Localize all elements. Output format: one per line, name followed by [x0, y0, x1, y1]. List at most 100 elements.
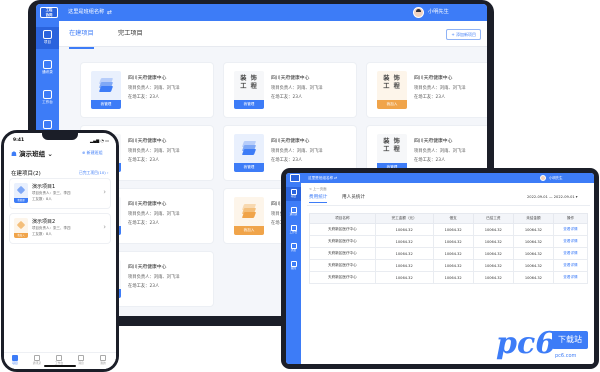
tab-cost-stats[interactable]: 费用统计	[309, 194, 328, 203]
sidebar-item-label: 通讯录	[289, 213, 298, 216]
sidebar-item[interactable]: 通讯录	[286, 205, 301, 219]
message-icon	[43, 120, 52, 129]
project-title: 演示项目2	[32, 219, 56, 225]
company-name[interactable]: 这里是班组名称	[68, 4, 104, 21]
section-title: 在建项目(2)	[11, 171, 41, 177]
watermark-url: pc6.com	[555, 353, 577, 359]
chevron-right-icon: ›	[103, 223, 106, 231]
project-managers: 项目负责人：刘雨、刘飞洋	[128, 275, 180, 280]
nav-item[interactable]: 我的	[92, 355, 114, 366]
project-title: 四川天府健康中心	[414, 76, 453, 81]
project-thumbnail: 装 饰 工 程我管理	[234, 71, 264, 109]
sidebar-item[interactable]: 通讯录	[36, 57, 59, 79]
tab-in-progress[interactable]: 在建项目	[69, 21, 94, 49]
project-workers: 在场工友：23人	[414, 158, 446, 163]
table-cell: 10064.32	[432, 223, 474, 236]
layers-icon	[241, 141, 257, 155]
table-cell: 10064.32	[472, 235, 514, 248]
status-time: 9:41	[13, 138, 25, 143]
project-workers: 在场工友：23人	[271, 95, 303, 100]
table-cell: 天府新区医疗中心	[309, 223, 376, 236]
project-card[interactable]: 装 饰 工 程我管理 四川天府健康中心项目负责人：刘雨、刘飞洋在场工友：23人	[224, 63, 356, 117]
project-managers: 项目负责人：刘雨、刘飞洋	[128, 212, 180, 217]
team-icon: ☗	[11, 150, 20, 158]
team-switcher[interactable]: ☗ 演示班组 ⌄	[11, 148, 53, 158]
project-title: 演示项目1	[32, 184, 56, 190]
sidebar-item[interactable]: 工作台	[286, 223, 301, 237]
swap-icon[interactable]: ⇄	[107, 4, 112, 21]
table-cell: 10064.32	[472, 223, 514, 236]
project-title: 四川天府健康中心	[414, 139, 453, 144]
status-icons: ▂▄▆ ◔ ▭	[90, 138, 110, 143]
table-cell: 10064.32	[374, 271, 434, 284]
table-cell: 天府新区医疗中心	[309, 247, 376, 260]
project-card[interactable]: 我加入 演示项目2 项目负责人：张三、李四 工友数：8人 ›	[10, 214, 110, 243]
completed-projects-link[interactable]: 已完工项目(10) ›	[79, 170, 109, 176]
layers-icon	[98, 78, 114, 92]
contacts-icon	[43, 60, 52, 69]
view-details-link[interactable]: 查看详情	[552, 235, 589, 248]
table-header-row: 项目名称 完工金额（元） 借支 已结工资 未结金额 操作	[309, 213, 589, 224]
breadcrumb[interactable]: < 上一页面	[309, 186, 326, 191]
project-thumbnail: 装 饰 工 程我加入	[377, 71, 407, 109]
project-managers: 项目负责人：张三、李四	[32, 191, 71, 195]
table-header-cell: 已结工资	[472, 213, 514, 224]
project-cover-text: 装 饰 工 程	[383, 138, 401, 153]
view-details-link[interactable]: 查看详情	[552, 223, 589, 236]
table-cell: 10064.32	[512, 271, 554, 284]
desktop-topbar: 工程 协同 这里是班组名称 ⇄ 小明先生	[36, 4, 487, 21]
project-workers: 在场工友：23人	[128, 284, 160, 289]
role-badge: 我加入	[14, 233, 28, 238]
table-row: 天府新区医疗中心 10064.32 10064.32 10064.32 10064.32…	[309, 223, 589, 236]
project-managers: 项目负责人：刘雨、刘飞洋	[271, 86, 323, 91]
project-card[interactable]: 装 饰 工 程我加入 四川天府健康中心项目负责人：刘雨、刘飞洋 在场工友：23人	[367, 63, 487, 117]
table-row: 天府新区医疗中心 10064.32 10064.32 10064.32 10064.32…	[309, 235, 589, 248]
sidebar-item[interactable]: 项目	[36, 27, 59, 49]
date-range-picker[interactable]: 2022-09-01 — 2022-09-01 ▾	[527, 195, 578, 199]
tab-completed[interactable]: 完工项目	[118, 21, 143, 47]
sidebar-item-label: 工作台	[289, 231, 298, 234]
project-card[interactable]: 我管理 演示项目1 项目负责人：张三、李四 工友数：8人 ›	[10, 179, 110, 208]
view-details-link[interactable]: 查看详情	[552, 271, 589, 284]
phone-screen: 9:41 ▂▄▆ ◔ ▭ ☗ 演示班组 ⌄ ⊕ 新建班组 在建项目(2) 已完工…	[4, 133, 116, 369]
layers-icon	[16, 185, 26, 195]
project-managers: 项目负责人：刘雨、刘飞洋	[414, 86, 466, 91]
table-cell: 10064.32	[432, 259, 474, 272]
role-badge: 我加入	[234, 226, 264, 235]
table-cell: 10064.32	[432, 235, 474, 248]
divider	[307, 205, 590, 206]
table-header-cell: 完工金额（元）	[374, 213, 434, 224]
sidebar-item-label: 通讯录	[42, 70, 53, 74]
table-cell: 10064.32	[512, 235, 554, 248]
avatar[interactable]	[413, 7, 424, 18]
company-name[interactable]: 这里是班组名称 ⇄	[308, 173, 337, 183]
tab-staff-stats[interactable]: 用人员统计	[342, 194, 365, 202]
nav-item[interactable]: 项目	[4, 355, 26, 366]
user-name[interactable]: 小明先生	[428, 4, 449, 21]
user-name[interactable]: 小明先生	[549, 173, 563, 183]
layer-shape	[241, 212, 257, 218]
project-workers: 在场工友：23人	[414, 95, 446, 100]
view-details-link[interactable]: 查看详情	[552, 259, 589, 272]
table-cell: 天府新区医疗中心	[309, 259, 376, 272]
project-card[interactable]: 我管理 四川天府健康中心项目负责人：刘雨、刘飞洋在场工友：23人	[81, 63, 213, 117]
sidebar-item[interactable]: 工作台	[36, 87, 59, 109]
sidebar-item[interactable]: 我的	[286, 259, 301, 273]
role-badge: 我管理	[234, 163, 264, 172]
view-details-link[interactable]: 查看详情	[552, 247, 589, 260]
monitor-icon	[43, 90, 52, 99]
project-workers: 在场工友：23人	[128, 221, 160, 226]
add-project-button[interactable]: + 添加新项目	[446, 29, 481, 40]
table-row: 天府新区医疗中心 10064.32 10064.32 10064.32 10064.32…	[309, 259, 589, 272]
table-cell: 10064.32	[432, 271, 474, 284]
sidebar-item[interactable]: 消息	[286, 241, 301, 255]
team-name[interactable]: 演示班组 ⌄	[19, 150, 53, 158]
table-cell: 10064.32	[374, 223, 434, 236]
new-team-button[interactable]: ⊕ 新建班组	[82, 150, 103, 156]
sidebar-item[interactable]: 项目	[286, 187, 301, 201]
app-logo: 工程 协同	[40, 7, 58, 18]
watermark-logo: pc6	[496, 326, 557, 361]
avatar[interactable]	[540, 175, 546, 181]
sidebar-item-label: 项目	[290, 195, 297, 198]
tablet-topbar: 这里是班组名称 ⇄ 小明先生	[286, 173, 594, 183]
